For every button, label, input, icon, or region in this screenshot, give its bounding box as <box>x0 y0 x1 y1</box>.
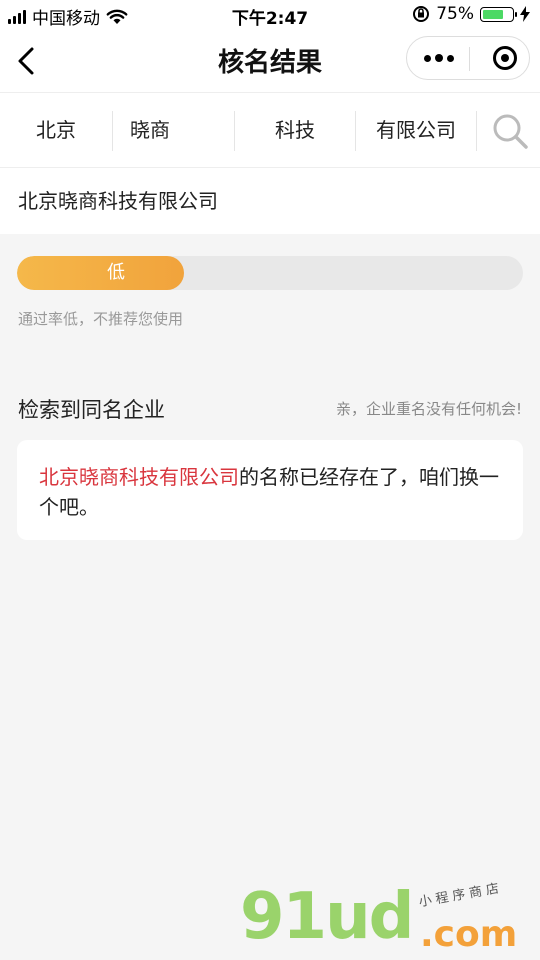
segment-divider <box>234 111 235 151</box>
duplicate-company-name: 北京晓商科技有限公司 <box>39 465 239 489</box>
orientation-lock-icon <box>413 6 430 22</box>
name-segments: 北京 晓商 科技 有限公司 <box>0 92 540 168</box>
capsule-divider <box>469 47 470 71</box>
segment-type[interactable]: 有限公司 <box>376 93 456 167</box>
segment-divider <box>355 111 356 151</box>
target-icon[interactable] <box>493 46 517 70</box>
pass-rate-bar: 低 <box>17 256 523 290</box>
result-card: 北京晓商科技有限公司的名称已经存在了，咱们换一个吧。 <box>17 440 523 540</box>
search-icon[interactable] <box>490 111 530 151</box>
watermark-tagline: 小程序商店 <box>417 880 505 911</box>
section-note: 亲，企业重名没有任何机会! <box>335 400 522 418</box>
watermark-tld: .com <box>420 914 518 955</box>
full-company-name: 北京晓商科技有限公司 <box>0 168 540 234</box>
nav-bar: 核名结果 <box>0 30 540 92</box>
segment-divider <box>112 111 113 151</box>
status-bar: 中国移动 下午2:47 75% <box>0 0 540 30</box>
section-title: 检索到同名企业 <box>18 398 165 422</box>
status-right: 75% <box>412 4 530 24</box>
more-dots-icon[interactable] <box>421 37 457 79</box>
battery-icon <box>480 6 517 22</box>
pass-rate-hint: 通过率低，不推荐您使用 <box>18 310 184 328</box>
pass-rate-label: 低 <box>107 262 125 283</box>
watermark-brand: 91ud <box>240 880 414 954</box>
segment-divider <box>476 111 477 151</box>
battery-percent: 75% <box>436 4 474 24</box>
watermark-logo: 91ud 小程序商店 .com <box>240 880 540 960</box>
segment-brand[interactable]: 晓商 <box>130 93 170 167</box>
mini-program-capsule <box>406 36 530 80</box>
segment-industry[interactable]: 科技 <box>275 93 315 167</box>
pass-rate-fill: 低 <box>17 256 184 290</box>
charging-icon <box>520 6 530 22</box>
segment-region[interactable]: 北京 <box>36 93 76 167</box>
